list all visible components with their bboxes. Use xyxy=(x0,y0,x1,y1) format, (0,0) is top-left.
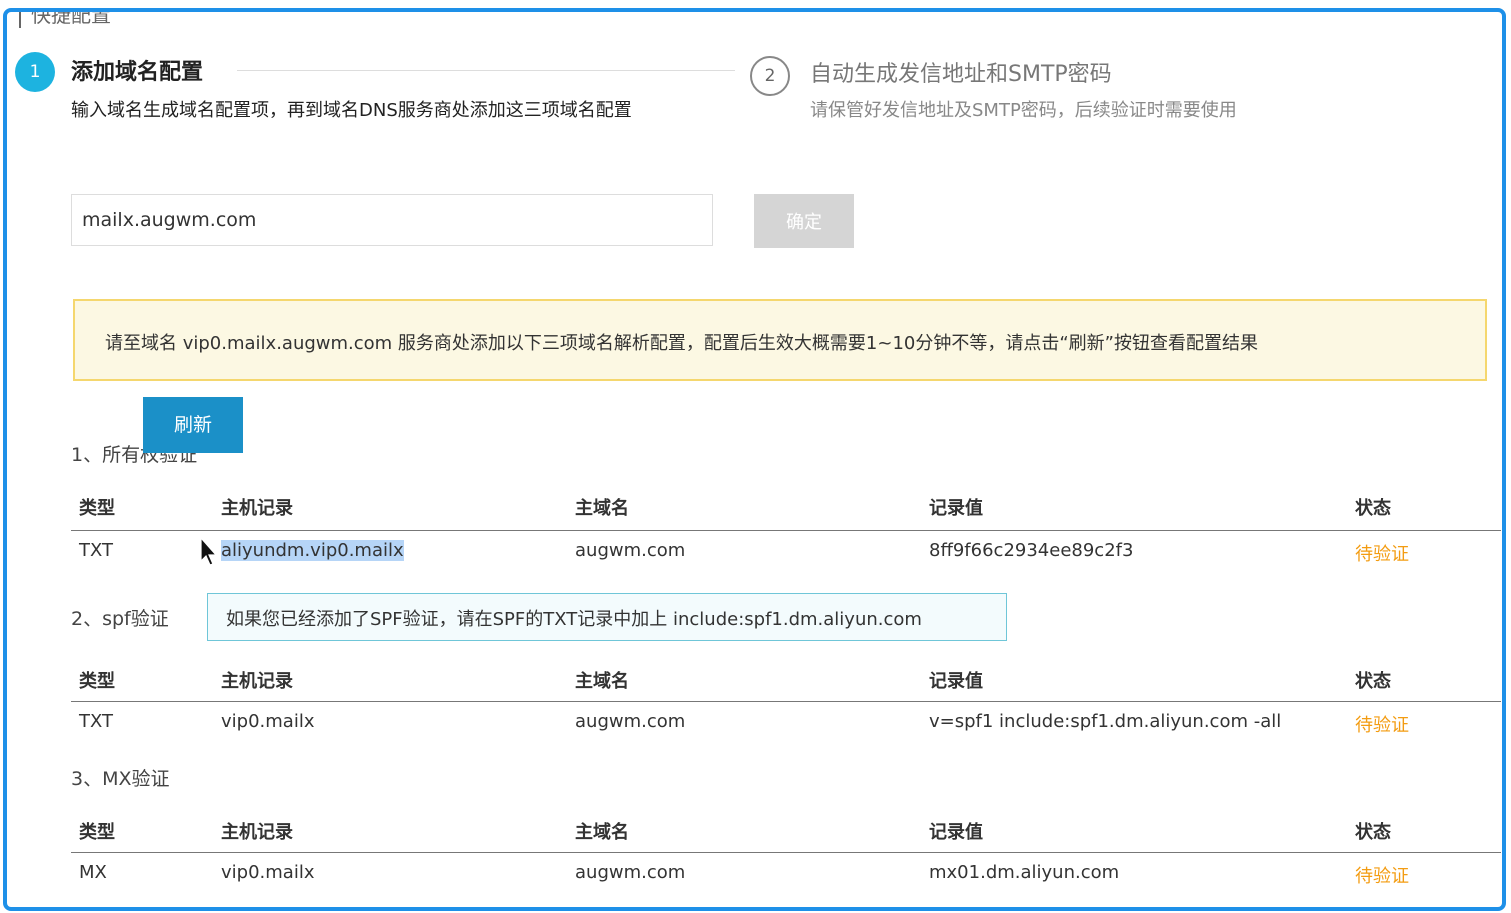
spf-tip-text: 如果您已经添加了SPF验证，请在SPF的TXT记录中加上 include:spf… xyxy=(226,609,922,630)
notice-text: 请至域名 vip0.mailx.augwm.com 服务商处添加以下三项域名解析… xyxy=(105,333,1259,354)
step-2-title: 自动生成发信地址和SMTP密码 xyxy=(810,62,1112,87)
row-2-value: v=spf1 include:spf1.dm.aliyun.com -all xyxy=(929,711,1282,732)
row-2-type: TXT xyxy=(79,711,114,732)
step-1-title: 添加域名配置 xyxy=(71,60,204,85)
col-header-host: 主机记录 xyxy=(221,671,293,692)
col-header-type: 类型 xyxy=(79,822,115,843)
col-header-domain: 主域名 xyxy=(575,671,629,692)
dns-notice-banner: 请至域名 vip0.mailx.augwm.com 服务商处添加以下三项域名解析… xyxy=(73,299,1487,381)
selected-text: aliyundm.vip0.mailx xyxy=(221,540,404,561)
col-header-type: 类型 xyxy=(79,671,115,692)
step-2-indicator: 2 xyxy=(750,56,790,96)
col-header-value: 记录值 xyxy=(929,822,983,843)
row-2-domain: augwm.com xyxy=(575,711,686,732)
col-header-status: 状态 xyxy=(1355,822,1391,843)
row-1-value: 8ff9f66c2934ee89c2f3 xyxy=(929,540,1134,561)
table-divider xyxy=(71,530,1501,531)
col-header-value: 记录值 xyxy=(929,498,983,519)
step-connector xyxy=(237,70,735,71)
refresh-button[interactable]: 刷新 xyxy=(143,397,243,453)
col-header-value: 记录值 xyxy=(929,671,983,692)
step-1-description: 输入域名生成域名配置项，再到域名DNS服务商处添加这三项域名配置 xyxy=(71,100,632,121)
row-3-host: vip0.mailx xyxy=(221,862,315,883)
col-header-type: 类型 xyxy=(79,498,115,519)
table-divider xyxy=(71,852,1501,853)
row-1-status: 待验证 xyxy=(1355,544,1409,565)
table-divider xyxy=(71,701,1501,702)
section-mx-label: 3、MX验证 xyxy=(71,768,170,790)
step-2-description: 请保管好发信地址及SMTP密码，后续验证时需要使用 xyxy=(810,100,1237,121)
step-1-indicator: 1 xyxy=(15,52,55,92)
col-header-host: 主机记录 xyxy=(221,498,293,519)
col-header-domain: 主域名 xyxy=(575,498,629,519)
confirm-button[interactable]: 确定 xyxy=(754,194,854,248)
mouse-cursor-icon xyxy=(200,537,218,566)
row-3-type: MX xyxy=(79,862,107,883)
col-header-host: 主机记录 xyxy=(221,822,293,843)
row-3-value: mx01.dm.aliyun.com xyxy=(929,862,1120,883)
domain-input[interactable] xyxy=(71,194,713,246)
row-1-domain: augwm.com xyxy=(575,540,686,561)
window-frame: 快捷配置 1 添加域名配置 输入域名生成域名配置项，再到域名DNS服务商处添加这… xyxy=(3,8,1506,911)
row-3-domain: augwm.com xyxy=(575,862,686,883)
col-header-status: 状态 xyxy=(1355,498,1391,519)
col-header-domain: 主域名 xyxy=(575,822,629,843)
page-title: 快捷配置 xyxy=(19,12,111,28)
col-header-status: 状态 xyxy=(1355,671,1391,692)
row-3-status: 待验证 xyxy=(1355,866,1409,887)
section-spf-label: 2、spf验证 xyxy=(71,608,169,630)
row-2-status: 待验证 xyxy=(1355,715,1409,736)
row-1-type: TXT xyxy=(79,540,114,561)
row-1-host[interactable]: aliyundm.vip0.mailx xyxy=(221,540,404,561)
row-2-host: vip0.mailx xyxy=(221,711,315,732)
spf-tip-box: 如果您已经添加了SPF验证，请在SPF的TXT记录中加上 include:spf… xyxy=(207,593,1007,641)
